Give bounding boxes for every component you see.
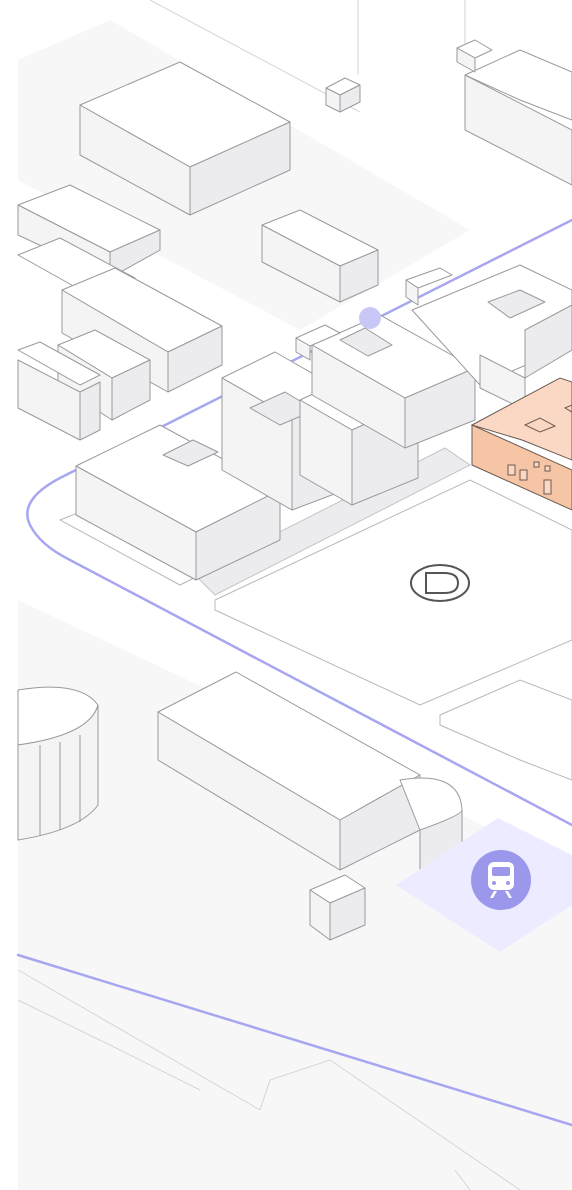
destination-marker[interactable] — [410, 564, 470, 602]
ground-areas — [18, 20, 572, 1190]
selected-building[interactable] — [470, 377, 572, 511]
parking-marker-icon[interactable] — [359, 307, 381, 329]
isometric-map[interactable] — [0, 0, 572, 1190]
